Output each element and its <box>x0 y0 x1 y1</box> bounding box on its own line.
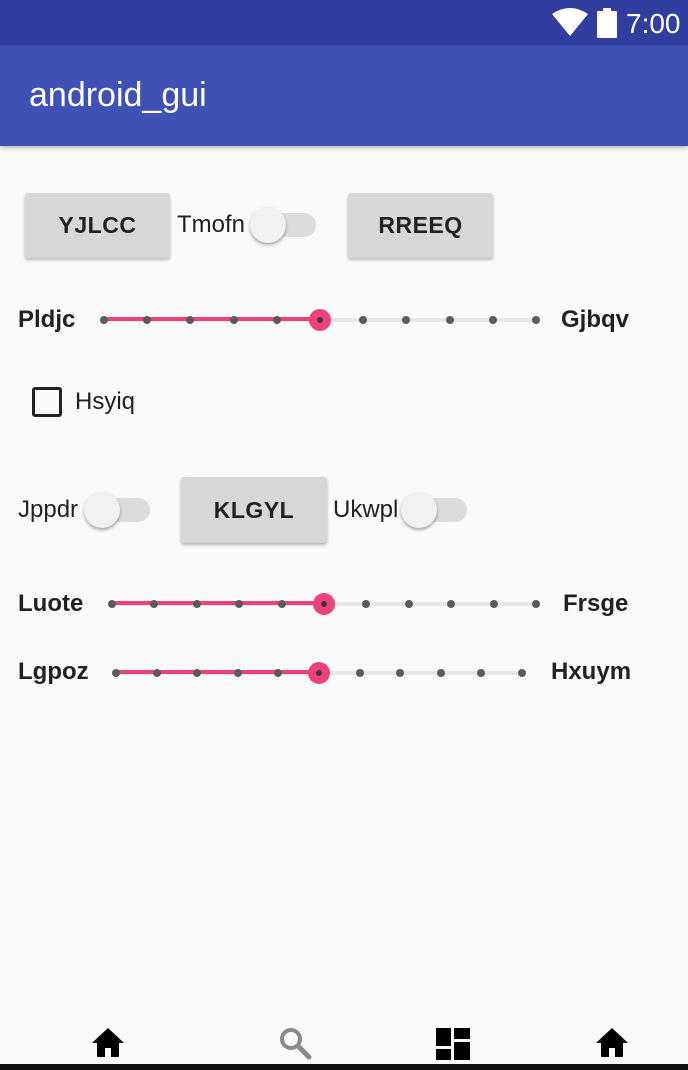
seekbar-tick <box>150 600 159 608</box>
seekbar-tick <box>272 316 281 324</box>
seekbar-progress <box>112 601 324 605</box>
seekbar-1-left-label: Pldjc <box>18 306 76 333</box>
jppdr-switch[interactable] <box>84 489 152 529</box>
seekbar-tick <box>488 316 497 324</box>
klgyl-button[interactable]: KLGYL <box>181 477 327 543</box>
seekbar-thumb[interactable] <box>309 309 331 331</box>
seekbar-tick <box>396 669 405 677</box>
seekbar-tick <box>274 669 283 677</box>
tmofn-switch-label: Tmofn <box>177 211 246 238</box>
seekbar-3-left-label: Lgpoz <box>18 658 89 685</box>
seekbar-progress <box>116 670 319 674</box>
seekbar-tick <box>477 669 486 677</box>
home-icon[interactable] <box>594 1026 630 1058</box>
seekbar-2-left-label: Luote <box>18 590 84 617</box>
seekbar-tick <box>108 600 116 608</box>
search-icon[interactable] <box>278 1026 312 1060</box>
seekbar-tick <box>362 600 371 608</box>
seekbar-tick <box>229 316 238 324</box>
seekbar-tick <box>277 600 286 608</box>
app-title: android_gui <box>29 76 207 114</box>
seekbar-tick <box>233 669 242 677</box>
seekbar-lgpoz-hxuym[interactable] <box>112 658 526 688</box>
seekbar-tick <box>532 316 540 324</box>
seekbar-tick <box>445 316 454 324</box>
ukwpl-switch-label: Ukwpl <box>333 496 399 523</box>
status-bar: 7:00 <box>0 0 688 45</box>
seekbar-progress <box>104 317 320 321</box>
seekbar-1-right-label: Gjbqv <box>561 306 630 333</box>
battery-icon <box>597 8 617 38</box>
seekbar-tick <box>518 669 526 677</box>
seekbar-tick <box>235 600 244 608</box>
seekbar-tick <box>193 669 202 677</box>
seekbar-tick <box>112 669 120 677</box>
seekbar-tick <box>192 600 201 608</box>
seekbar-tick <box>359 316 368 324</box>
seekbar-tick <box>143 316 152 324</box>
seekbar-tick <box>404 600 413 608</box>
yjlcc-button[interactable]: YJLCC <box>25 193 170 258</box>
ukwpl-switch[interactable] <box>401 489 469 529</box>
hsyiq-checkbox-label: Hsyiq <box>75 388 136 415</box>
seekbar-tick <box>489 600 498 608</box>
seekbar-pldjc-gjbqv[interactable] <box>100 305 540 335</box>
seekbar-tick <box>186 316 195 324</box>
seekbar-tick <box>436 669 445 677</box>
seekbar-luote-frsge[interactable] <box>108 589 540 619</box>
hsyiq-checkbox[interactable] <box>32 387 62 417</box>
seekbar-thumb[interactable] <box>308 662 330 684</box>
seekbar-tick <box>355 669 364 677</box>
app-bar: android_gui <box>0 45 688 146</box>
seekbar-tick <box>447 600 456 608</box>
status-time: 7:00 <box>626 8 681 39</box>
jppdr-switch-label: Jppdr <box>18 496 79 523</box>
seekbar-3-right-label: Hxuym <box>551 658 632 685</box>
seekbar-tick <box>100 316 108 324</box>
tmofn-switch[interactable] <box>250 204 318 244</box>
seekbar-tick <box>152 669 161 677</box>
seekbar-tick <box>532 600 540 608</box>
seekbar-2-right-label: Frsge <box>563 590 629 617</box>
wifi-icon <box>552 8 588 36</box>
navigation-bar-line <box>0 1064 688 1070</box>
rreeq-button[interactable]: RREEQ <box>348 193 493 258</box>
seekbar-thumb[interactable] <box>313 593 335 615</box>
home-icon[interactable] <box>90 1026 126 1058</box>
bottom-navigation <box>0 1018 688 1070</box>
dashboard-icon[interactable] <box>436 1028 470 1060</box>
seekbar-tick <box>402 316 411 324</box>
